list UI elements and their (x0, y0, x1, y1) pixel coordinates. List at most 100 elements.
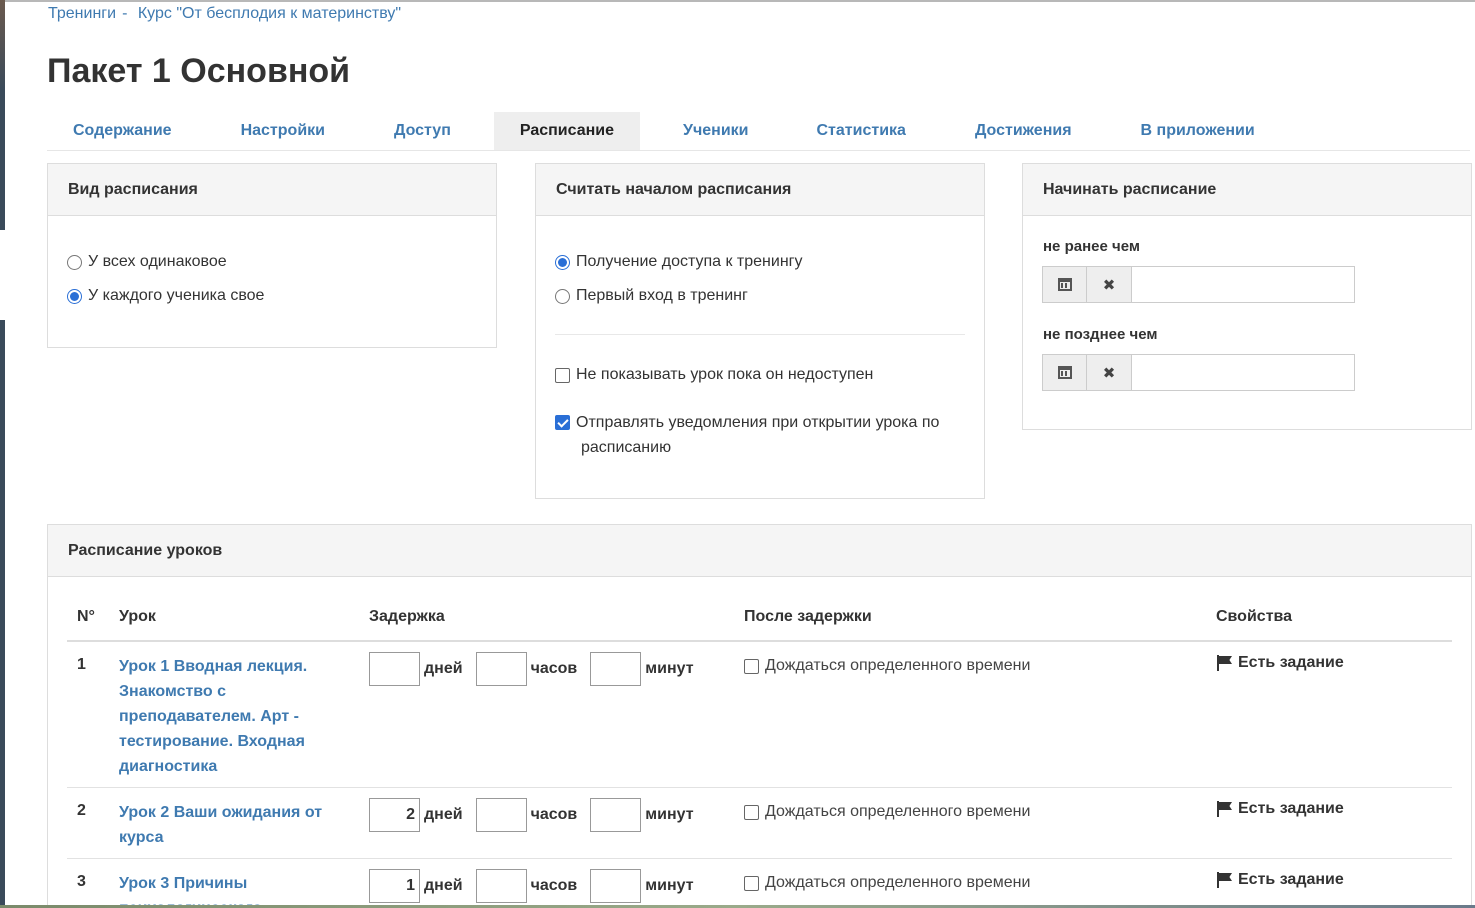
radio-first-login[interactable] (555, 289, 570, 304)
flag-icon (1216, 655, 1234, 671)
has-task-label: Есть задание (1238, 654, 1344, 671)
page-title: Пакет 1 Основной (47, 52, 351, 90)
wait-time-label: Дождаться определенного времени (765, 803, 1031, 820)
radio-per-student[interactable] (67, 289, 82, 304)
breadcrumb-course-link[interactable]: Курс "От бесплодия к материнству" (138, 5, 401, 22)
not-earlier-clear-button[interactable]: ✖ (1087, 266, 1132, 303)
hours-unit: часов (530, 806, 578, 823)
lesson-link[interactable]: Урок 3 Причины психологического (119, 871, 344, 908)
wait-time-option[interactable]: Дождаться определенного времени (744, 657, 1030, 675)
tab-content[interactable]: Содержание (47, 112, 198, 150)
not-later-clear-button[interactable]: ✖ (1087, 354, 1132, 391)
delay-inputs: дней часов минут (369, 652, 707, 686)
wait-time-checkbox[interactable] (744, 659, 759, 674)
days-input[interactable] (369, 652, 420, 686)
column-header-delay: Задержка (369, 608, 445, 625)
begin-schedule-panel: Начинать расписание не ранее чем ✖ не по… (1022, 163, 1472, 430)
hours-input[interactable] (475, 652, 527, 686)
begin-schedule-title: Начинать расписание (1023, 164, 1471, 216)
breadcrumb-trainings-link[interactable]: Тренинги (48, 5, 116, 22)
row-number: 2 (77, 802, 86, 819)
option-same-for-all-label: У всех одинаковое (88, 253, 227, 270)
radio-access-received[interactable] (555, 255, 570, 270)
not-earlier-calendar-button[interactable] (1042, 266, 1087, 303)
has-task-label: Есть задание (1238, 871, 1344, 888)
days-input[interactable]: 1 (369, 869, 420, 903)
hide-lesson-checkbox[interactable] (555, 368, 570, 383)
option-access-received[interactable]: Получение доступа к тренингу (555, 253, 803, 271)
tab-statistics[interactable]: Статистика (791, 112, 932, 150)
wait-time-label: Дождаться определенного времени (765, 657, 1031, 674)
minutes-unit: минут (645, 806, 694, 823)
window-top-border (0, 0, 1475, 2)
table-row: 1 Урок 1 Вводная лекция. Знакомство с пр… (67, 642, 1452, 788)
tab-bar: Содержание Настройки Доступ Расписание У… (47, 112, 1470, 151)
days-input[interactable]: 2 (369, 798, 420, 832)
tab-students[interactable]: Ученики (657, 112, 774, 150)
table-row: 2 Урок 2 Ваши ожидания от курса 2 дней ч… (67, 788, 1452, 859)
minutes-unit: минут (645, 660, 694, 677)
radio-same-for-all[interactable] (67, 255, 82, 270)
lesson-property: Есть задание (1216, 800, 1344, 818)
hide-lesson-option[interactable]: Не показывать урок пока он недоступен (555, 366, 873, 384)
hours-unit: часов (530, 877, 578, 894)
option-access-received-label: Получение доступа к тренингу (576, 253, 803, 270)
not-earlier-date-input[interactable] (1132, 266, 1355, 303)
minutes-input[interactable] (590, 798, 642, 832)
calendar-icon (1057, 278, 1072, 291)
wait-time-option[interactable]: Дождаться определенного времени (744, 874, 1030, 892)
notify-label-line1: Отправлять уведомления при открытии урок… (576, 414, 940, 431)
lesson-link[interactable]: Урок 2 Ваши ожидания от курса (119, 800, 344, 850)
days-unit: дней (424, 877, 463, 894)
days-unit: дней (424, 806, 463, 823)
not-later-calendar-button[interactable] (1042, 354, 1087, 391)
minutes-unit: минут (645, 877, 694, 894)
not-later-date-group: ✖ (1042, 354, 1355, 391)
delay-inputs: 1 дней часов минут (369, 869, 707, 903)
option-per-student-label: У каждого ученика свое (88, 287, 265, 304)
tab-achievements[interactable]: Достижения (949, 112, 1098, 150)
wait-time-checkbox[interactable] (744, 805, 759, 820)
breadcrumb: Тренинги - Курс "От бесплодия к материнст… (48, 5, 407, 23)
notify-checkbox[interactable] (555, 415, 570, 430)
tab-settings[interactable]: Настройки (215, 112, 351, 150)
minutes-input[interactable] (590, 869, 642, 903)
not-earlier-label: не ранее чем (1043, 238, 1140, 255)
hours-input[interactable] (475, 798, 527, 832)
hide-lesson-label: Не показывать урок пока он недоступен (576, 366, 874, 383)
wait-time-option[interactable]: Дождаться определенного времени (744, 803, 1030, 821)
tab-in-app[interactable]: В приложении (1115, 112, 1281, 150)
lesson-link[interactable]: Урок 1 Вводная лекция. Знакомство с преп… (119, 654, 344, 779)
schedule-start-panel: Считать началом расписания Получение дос… (535, 163, 985, 499)
panel-divider (555, 334, 965, 335)
days-unit: дней (424, 660, 463, 677)
option-per-student[interactable]: У каждого ученика свое (67, 287, 264, 305)
option-first-login-label: Первый вход в тренинг (576, 287, 748, 304)
lesson-property: Есть задание (1216, 654, 1344, 672)
not-later-date-input[interactable] (1132, 354, 1355, 391)
background-window-edge (0, 0, 5, 908)
column-header-properties: Свойства (1216, 608, 1293, 625)
lesson-property: Есть задание (1216, 871, 1344, 889)
row-number: 1 (77, 656, 86, 673)
column-header-number: N° (77, 608, 95, 625)
calendar-icon (1057, 366, 1072, 379)
wait-time-label: Дождаться определенного времени (765, 874, 1031, 891)
hours-input[interactable] (475, 869, 527, 903)
row-number: 3 (77, 873, 86, 890)
close-icon: ✖ (1102, 364, 1116, 382)
option-first-login[interactable]: Первый вход в тренинг (555, 287, 748, 305)
schedule-type-panel: Вид расписания У всех одинаковое У каждо… (47, 163, 497, 348)
tab-access[interactable]: Доступ (368, 112, 477, 150)
tab-schedule[interactable]: Расписание (493, 112, 641, 150)
notify-option[interactable]: Отправлять уведомления при открытии урок… (555, 413, 975, 460)
delay-inputs: 2 дней часов минут (369, 798, 707, 832)
option-same-for-all[interactable]: У всех одинаковое (67, 253, 227, 271)
close-icon: ✖ (1102, 276, 1116, 294)
minutes-input[interactable] (590, 652, 642, 686)
schedule-start-title: Считать началом расписания (536, 164, 984, 216)
not-later-label: не позднее чем (1043, 326, 1158, 343)
flag-icon (1216, 872, 1234, 888)
has-task-label: Есть задание (1238, 800, 1344, 817)
wait-time-checkbox[interactable] (744, 876, 759, 891)
